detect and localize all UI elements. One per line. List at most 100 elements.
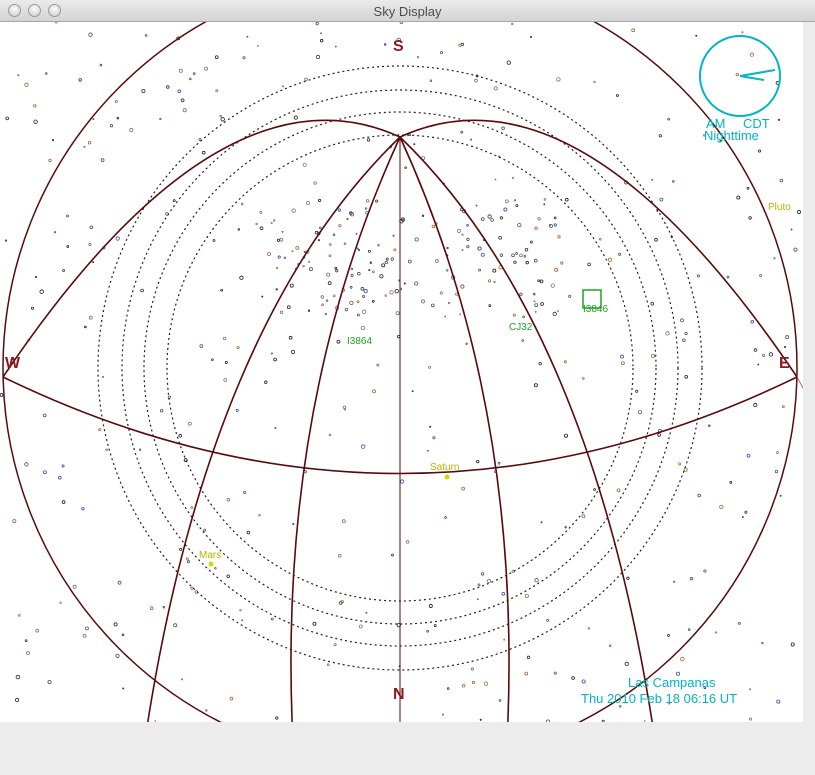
- star: [587, 627, 590, 630]
- star: [525, 260, 529, 265]
- star: [565, 197, 569, 202]
- star: [741, 516, 744, 519]
- star: [395, 311, 400, 316]
- star: [540, 521, 543, 524]
- star: [726, 275, 730, 279]
- star: [461, 233, 464, 236]
- star: [89, 225, 94, 230]
- star: [15, 674, 21, 680]
- star: [680, 656, 685, 662]
- star: [275, 288, 278, 291]
- star: [349, 300, 354, 306]
- star: [379, 274, 384, 279]
- star: [26, 651, 30, 655]
- star: [494, 178, 497, 181]
- star: [390, 257, 394, 261]
- star: [355, 232, 358, 235]
- star: [389, 290, 394, 295]
- star: [325, 299, 329, 302]
- star: [534, 310, 537, 313]
- star: [477, 246, 482, 251]
- star: [534, 578, 539, 583]
- star: [533, 383, 538, 388]
- star: [277, 255, 281, 259]
- star: [159, 117, 162, 121]
- hour-circle: [399, 136, 510, 722]
- star: [313, 181, 317, 185]
- star: [608, 644, 612, 647]
- star: [307, 309, 311, 312]
- star: [212, 239, 216, 242]
- star: [302, 264, 305, 268]
- star: [460, 130, 464, 134]
- star: [774, 469, 779, 474]
- star: [222, 336, 227, 341]
- star: [619, 705, 622, 708]
- star: [182, 108, 187, 113]
- star: [48, 158, 52, 163]
- star: [459, 313, 462, 316]
- star: [781, 405, 785, 409]
- star: [356, 300, 360, 304]
- star: [98, 428, 102, 432]
- star: [697, 493, 701, 498]
- star: [675, 671, 681, 676]
- star: [328, 243, 332, 246]
- sky-canvas[interactable]: [0, 22, 803, 722]
- star: [487, 279, 492, 283]
- star: [58, 475, 62, 480]
- star: [235, 408, 239, 412]
- star: [793, 247, 798, 252]
- star: [593, 80, 596, 84]
- star: [404, 166, 407, 169]
- star: [328, 254, 332, 258]
- star: [659, 197, 664, 202]
- star: [684, 374, 688, 379]
- star: [192, 72, 196, 75]
- star: [430, 303, 435, 308]
- star: [88, 32, 93, 37]
- star: [511, 253, 515, 258]
- star: [444, 516, 447, 519]
- star: [172, 199, 176, 203]
- star: [776, 451, 779, 454]
- star: [779, 494, 782, 497]
- star: [635, 389, 639, 393]
- star: [88, 243, 92, 246]
- star: [658, 134, 662, 138]
- star: [783, 345, 787, 349]
- star: [476, 598, 479, 601]
- star: [24, 462, 29, 467]
- star: [399, 479, 405, 484]
- star: [34, 275, 38, 279]
- star: [461, 249, 464, 252]
- star: [372, 270, 375, 274]
- star: [362, 294, 366, 298]
- star: [458, 43, 462, 47]
- star: [396, 37, 401, 43]
- star: [729, 481, 733, 484]
- star: [537, 217, 541, 221]
- star: [341, 519, 346, 524]
- star: [61, 500, 66, 504]
- star: [736, 195, 741, 200]
- star: [533, 300, 536, 303]
- star: [470, 667, 474, 671]
- star: [12, 519, 17, 524]
- star: [368, 269, 371, 272]
- star: [302, 162, 307, 167]
- star: [109, 124, 114, 128]
- star: [337, 553, 342, 558]
- star: [421, 299, 425, 304]
- star: [166, 85, 170, 89]
- star: [466, 224, 469, 227]
- star: [219, 114, 222, 118]
- star: [503, 207, 508, 212]
- star: [92, 117, 95, 121]
- star: [797, 210, 801, 214]
- star: [735, 72, 739, 77]
- star: [286, 305, 291, 310]
- star: [129, 127, 134, 132]
- star: [446, 269, 449, 272]
- star: [363, 289, 368, 294]
